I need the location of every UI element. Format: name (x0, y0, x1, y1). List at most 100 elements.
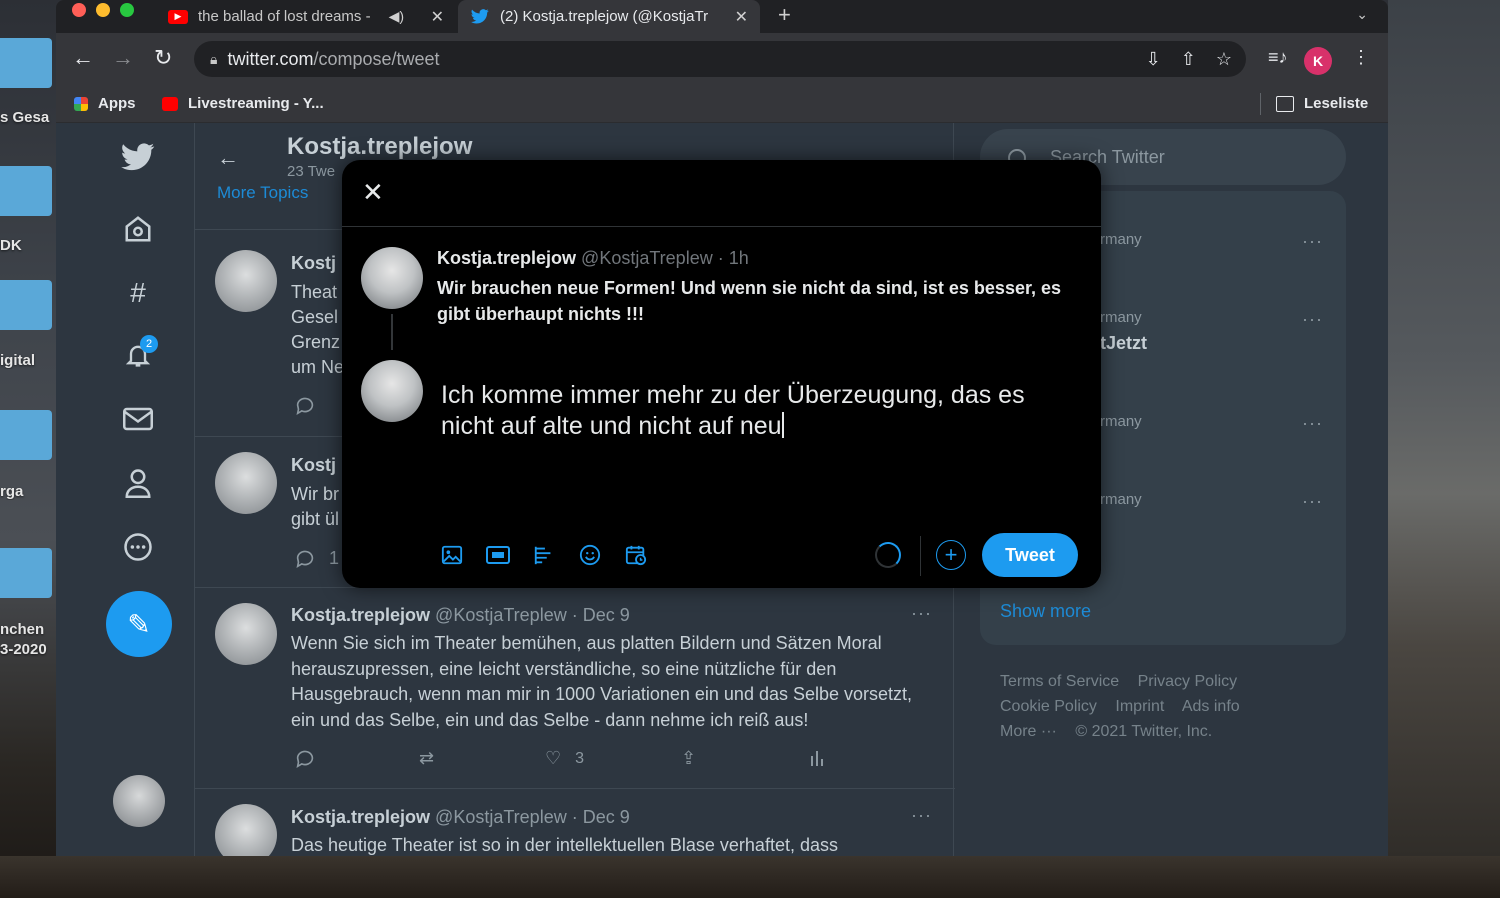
notification-badge: 2 (140, 335, 158, 353)
bookmark-apps[interactable]: Apps (74, 95, 136, 112)
desktop-label: 3-2020 (0, 641, 47, 658)
schedule-icon[interactable] (624, 543, 648, 567)
reply-icon (296, 550, 314, 568)
tweet-text: Wenn Sie sich im Theater bemühen, aus pl… (291, 633, 913, 730)
terms-link[interactable]: Terms of Service (1000, 673, 1119, 690)
close-modal-button[interactable]: ✕ (362, 178, 384, 206)
trend-context: rmany (1100, 309, 1142, 326)
tab-youtube[interactable]: ▶ the ballad of lost dreams - ◀) ✕ (156, 0, 456, 33)
profile-avatar[interactable]: K (1304, 47, 1332, 75)
tweet-more-icon[interactable]: ··· (911, 805, 932, 826)
tweet-handle[interactable]: @KostjaTreplew (435, 605, 567, 625)
speaker-icon[interactable]: ◀) (389, 8, 404, 25)
tweet-text-editor[interactable]: Ich komme immer mehr zu der Überzeugung,… (441, 380, 1061, 442)
close-tab-icon[interactable]: ✕ (735, 7, 748, 27)
close-window-button[interactable] (72, 3, 86, 17)
back-button[interactable]: ← (72, 45, 94, 71)
reply-to-handle[interactable]: @KostjaTreplew (581, 248, 713, 268)
poll-icon[interactable] (532, 543, 556, 567)
trend-more-icon[interactable]: ··· (1302, 491, 1323, 512)
tweet-avatar[interactable] (215, 804, 277, 856)
trend-more-icon[interactable]: ··· (1302, 231, 1323, 252)
ads-info-link[interactable]: Ads info (1182, 698, 1240, 715)
install-app-icon[interactable]: ⇩ (1146, 49, 1161, 70)
reply-to-name[interactable]: Kostja.treplejow (437, 248, 576, 268)
more-circle-icon[interactable] (118, 527, 158, 567)
compose-toolbar (440, 543, 648, 567)
analytics-icon[interactable] (809, 748, 825, 766)
reading-list-button[interactable]: Leseliste (1276, 95, 1368, 112)
explore-hashtag-icon[interactable]: # (118, 273, 158, 313)
desktop-folder-icon[interactable] (0, 38, 52, 88)
reply-count: 1 (329, 548, 340, 568)
tweet-handle[interactable]: @KostjaTreplew (435, 807, 567, 827)
tweet-button[interactable]: Tweet (982, 533, 1078, 577)
trend-more-icon[interactable]: ··· (1302, 309, 1323, 330)
home-icon[interactable] (118, 209, 158, 249)
reply-button[interactable]: 1 (295, 548, 339, 569)
more-link[interactable]: More ··· (1000, 723, 1057, 740)
tweet-avatar[interactable] (215, 452, 277, 514)
forward-button[interactable]: → (112, 45, 134, 71)
more-topics-link[interactable]: More Topics (217, 183, 308, 203)
trend-name[interactable]: tJetzt (1100, 333, 1147, 354)
messages-envelope-icon[interactable] (118, 399, 158, 439)
desktop-folder-icon[interactable] (0, 410, 52, 460)
new-tab-button[interactable]: + (778, 2, 791, 28)
url-path: /compose/tweet (313, 48, 440, 69)
emoji-icon[interactable] (578, 543, 602, 567)
trend-more-icon[interactable]: ··· (1302, 413, 1323, 434)
add-thread-button[interactable]: + (936, 540, 966, 570)
reply-icon[interactable] (295, 397, 315, 415)
tweet-avatar[interactable] (215, 250, 277, 312)
profile-person-icon[interactable] (118, 463, 158, 503)
heart-icon: ♡ (545, 748, 562, 768)
desktop-folder-icon[interactable] (0, 280, 52, 330)
menu-kebab-icon[interactable]: ⋮ (1352, 47, 1370, 68)
desktop-label: nchen (0, 621, 45, 638)
author-avatar (361, 360, 423, 422)
desktop-folder-icon[interactable] (0, 166, 52, 216)
gif-icon[interactable] (486, 543, 510, 567)
tab-twitter[interactable]: (2) Kostja.treplejow (@KostjaTr ✕ (458, 0, 760, 33)
image-icon[interactable] (440, 543, 464, 567)
share-icon[interactable]: ⇧ (1181, 49, 1196, 70)
apps-grid-icon (74, 96, 88, 111)
zoom-window-button[interactable] (120, 3, 134, 17)
media-control-icon[interactable]: ≡♪ (1268, 47, 1288, 68)
reload-button[interactable]: ↻ (154, 45, 172, 71)
reply-to-avatar[interactable] (361, 247, 423, 309)
lock-icon[interactable]: 🔒︎ (210, 51, 217, 68)
tweet-author-name[interactable]: Kostja.treplejow (291, 605, 430, 625)
tweet-more-icon[interactable]: ··· (911, 603, 932, 624)
draft-text: Ich komme immer mehr zu der Überzeugung,… (441, 381, 1025, 440)
retweet-icon[interactable]: ⇄ (419, 748, 434, 769)
tweet-date[interactable]: Dec 9 (583, 807, 630, 827)
imprint-link[interactable]: Imprint (1115, 698, 1164, 715)
tweet-author-name[interactable]: Kostja.treplejow (291, 807, 430, 827)
like-button[interactable]: ♡ 3 (545, 748, 584, 769)
close-tab-icon[interactable]: ✕ (431, 7, 444, 27)
privacy-link[interactable]: Privacy Policy (1138, 673, 1238, 690)
tweet-avatar[interactable] (215, 603, 277, 665)
tweet-date[interactable]: Dec 9 (583, 605, 630, 625)
back-arrow-icon[interactable]: ← (217, 145, 239, 171)
feather-plus-icon: ✎ (127, 608, 151, 640)
tweet-author-name[interactable]: Kostj (291, 455, 336, 476)
minimize-window-button[interactable] (96, 3, 110, 17)
desktop-folder-icon[interactable] (0, 548, 52, 598)
reply-icon[interactable] (295, 750, 315, 768)
address-bar[interactable]: 🔒︎ twitter.com/compose/tweet ⇩ ⇧ ☆ (194, 41, 1246, 77)
bookmark-star-icon[interactable]: ☆ (1216, 49, 1232, 70)
twitter-logo-icon[interactable] (118, 137, 158, 177)
bookmark-livestreaming[interactable]: Livestreaming - Y... (162, 95, 324, 112)
chevron-down-icon[interactable]: ⌄ (1356, 6, 1368, 23)
like-count: 3 (575, 749, 585, 767)
tweet-author-name[interactable]: Kostj (291, 253, 336, 274)
share-icon[interactable]: ⇪ (681, 748, 696, 769)
show-more-link[interactable]: Show more (1000, 601, 1091, 622)
compose-tweet-button[interactable]: ✎ (106, 591, 172, 657)
cookie-link[interactable]: Cookie Policy (1000, 698, 1097, 715)
desktop-wallpaper-bottom (0, 856, 1500, 898)
account-avatar[interactable] (113, 775, 165, 827)
